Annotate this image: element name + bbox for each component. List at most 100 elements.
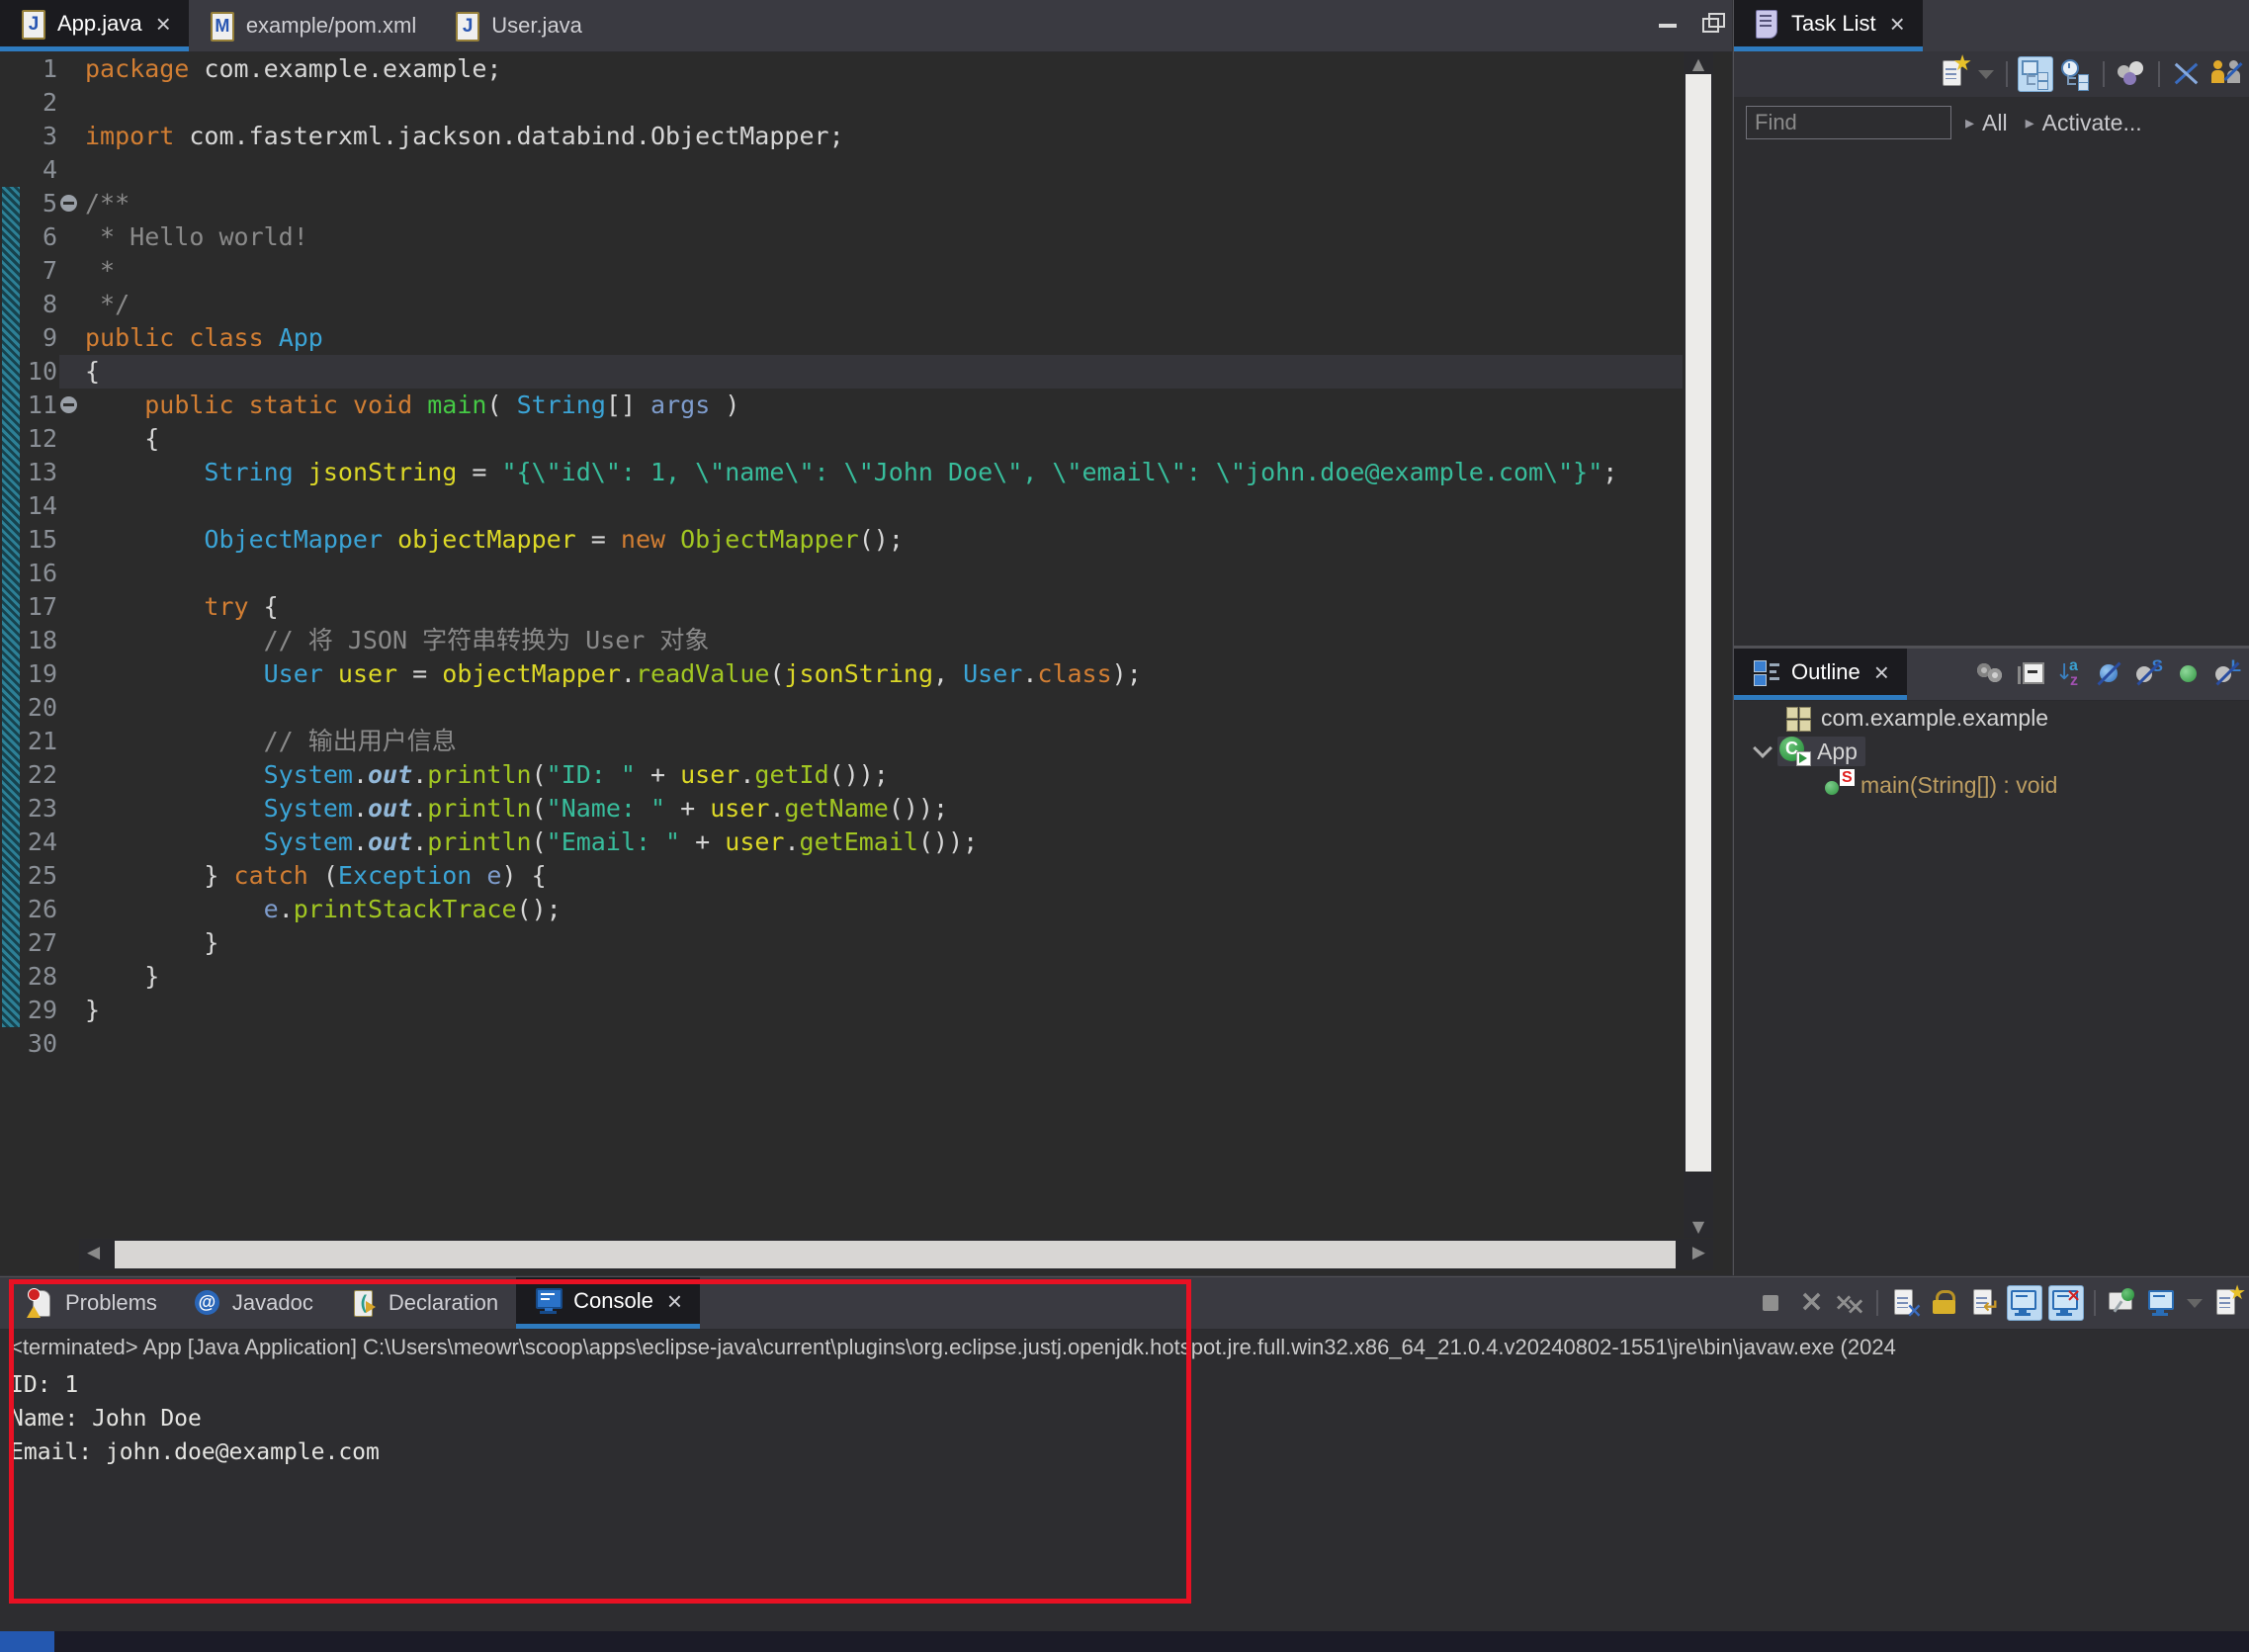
hide-fields-icon[interactable] <box>2093 657 2126 691</box>
scroll-left-icon[interactable]: ◀ <box>87 1243 100 1262</box>
view-tab-task-list[interactable]: Task List× <box>1734 0 1923 51</box>
focus-workweek-icon[interactable] <box>2209 57 2243 91</box>
line-number: 8 <box>0 288 57 321</box>
code-line-8[interactable]: 8 */ <box>0 288 1683 321</box>
dropdown-arrow-icon[interactable] <box>1976 57 1996 91</box>
scheduled-icon[interactable] <box>2059 57 2093 91</box>
outline-section: Outline× ↓az S L com.example.exampleCAppSm… <box>1734 646 2249 1275</box>
remove-launch-icon[interactable]: × <box>1793 1286 1827 1320</box>
code-line-26[interactable]: 26 e.printStackTrace(); <box>0 893 1683 926</box>
minimize-icon[interactable] <box>1653 8 1683 38</box>
code-line-18[interactable]: 18 // 将 JSON 字符串转换为 User 对象 <box>0 624 1683 657</box>
close-icon[interactable]: × <box>667 1288 682 1314</box>
console-output[interactable]: ID: 1Name: John DoeEmail: john.doe@examp… <box>0 1368 2249 1631</box>
outline-item-com-example-example[interactable]: com.example.example <box>1734 701 2249 735</box>
scroll-lock-icon[interactable] <box>1928 1286 1961 1320</box>
hide-static-icon[interactable]: S <box>2132 657 2166 691</box>
code-line-5[interactable]: 5/** <box>0 187 1683 220</box>
code-line-10[interactable]: 10{ <box>0 355 1683 389</box>
maximize-icon[interactable] <box>1696 8 1726 38</box>
chevron-down-icon[interactable] <box>1753 739 1773 758</box>
console-tab-problems[interactable]: Problems <box>8 1277 175 1329</box>
word-wrap-icon[interactable]: ↵ <box>1967 1286 2001 1320</box>
code-line-9[interactable]: 9public class App <box>0 321 1683 355</box>
fold-column <box>57 288 85 321</box>
code-line-17[interactable]: 17 try { <box>0 590 1683 624</box>
code-line-28[interactable]: 28 } <box>0 960 1683 994</box>
dropdown-arrow-icon[interactable] <box>2185 1286 2205 1320</box>
code-line-7[interactable]: 7 * <box>0 254 1683 288</box>
code-line-16[interactable]: 16 <box>0 557 1683 590</box>
code-line-22[interactable]: 22 System.out.println("ID: " + user.getI… <box>0 758 1683 792</box>
sort-icon[interactable]: ↓az <box>2053 657 2087 691</box>
fold-marker-icon[interactable] <box>60 396 77 413</box>
close-icon[interactable]: × <box>156 11 171 37</box>
code-line-21[interactable]: 21 // 输出用户信息 <box>0 725 1683 758</box>
horizontal-scroll-thumb[interactable] <box>115 1241 1676 1268</box>
new-task-icon[interactable]: ★ <box>1937 57 1970 91</box>
collapse-all-icon[interactable] <box>2014 657 2047 691</box>
code-line-14[interactable]: 14 <box>0 489 1683 523</box>
scroll-down-icon[interactable]: ▼ <box>1684 1217 1713 1236</box>
scroll-right-icon[interactable]: ▶ <box>1692 1243 1705 1262</box>
line-number: 6 <box>0 220 57 254</box>
close-icon[interactable]: × <box>1874 659 1889 685</box>
code-line-30[interactable]: 30 <box>0 1027 1683 1061</box>
presentation-icon[interactable] <box>2115 57 2148 91</box>
code-line-11[interactable]: 11 public static void main( String[] arg… <box>0 389 1683 422</box>
console-tab-console[interactable]: Console× <box>516 1277 700 1329</box>
code-line-24[interactable]: 24 System.out.println("Email: " + user.g… <box>0 826 1683 859</box>
editor-horizontal-scrollbar[interactable]: ◀ ▶ <box>79 1239 1713 1270</box>
show-on-stdout-icon[interactable] <box>2007 1285 2042 1321</box>
open-console-icon[interactable]: ★ <box>2210 1286 2244 1320</box>
code-editor[interactable]: 1package com.example.example;23import co… <box>0 52 1732 1238</box>
code-line-2[interactable]: 2 <box>0 86 1683 120</box>
fold-column <box>57 254 85 288</box>
code-line-4[interactable]: 4 <box>0 153 1683 187</box>
show-on-stderr-icon[interactable]: × <box>2048 1285 2084 1321</box>
close-icon[interactable]: × <box>1890 11 1905 37</box>
focus-icon[interactable] <box>1974 657 2008 691</box>
code-line-12[interactable]: 12 { <box>0 422 1683 456</box>
filter-activate[interactable]: ▸Activate... <box>2026 110 2142 136</box>
view-tab-outline[interactable]: Outline× <box>1734 649 1907 700</box>
class-runnable-icon: C <box>1779 737 1809 766</box>
code-line-15[interactable]: 15 ObjectMapper objectMapper = new Objec… <box>0 523 1683 557</box>
outline-item-main-string-void[interactable]: Smain(String[]) : void <box>1734 768 2249 802</box>
code-line-6[interactable]: 6 * Hello world! <box>0 220 1683 254</box>
code-line-3[interactable]: 3import com.fasterxml.jackson.databind.O… <box>0 120 1683 153</box>
outline-item-app[interactable]: CApp <box>1734 735 2249 768</box>
code-line-27[interactable]: 27 } <box>0 926 1683 960</box>
filter-all[interactable]: ▸All <box>1965 110 2008 136</box>
line-number: 15 <box>0 523 57 557</box>
terminate-icon[interactable] <box>1754 1286 1787 1320</box>
code-line-1[interactable]: 1package com.example.example; <box>0 52 1683 86</box>
code-line-29[interactable]: 29} <box>0 994 1683 1027</box>
task-find-input[interactable] <box>1746 106 1951 139</box>
code-line-13[interactable]: 13 String jsonString = "{\"id\": 1, \"na… <box>0 456 1683 489</box>
pin-console-icon[interactable] <box>2106 1286 2139 1320</box>
hide-local-types-icon[interactable]: L <box>2211 657 2245 691</box>
editor-tab-example-pom-xml[interactable]: Mexample/pom.xml <box>189 0 434 51</box>
display-console-icon[interactable] <box>2145 1286 2179 1320</box>
console-tab-declaration[interactable]: (Declaration <box>331 1277 516 1329</box>
hide-completed-icon[interactable] <box>2170 57 2204 91</box>
editor-tab-app-java[interactable]: JApp.java× <box>0 0 189 51</box>
code-line-20[interactable]: 20 <box>0 691 1683 725</box>
code-text: System.out.println("ID: " + user.getId()… <box>85 758 1683 792</box>
code-line-25[interactable]: 25 } catch (Exception e) { <box>0 859 1683 893</box>
hide-non-public-icon[interactable] <box>2172 657 2206 691</box>
fold-marker-icon[interactable] <box>60 195 77 212</box>
remove-all-launches-icon[interactable]: ×× <box>1833 1286 1866 1320</box>
scroll-up-icon[interactable]: ▲ <box>1684 54 1713 73</box>
clear-console-icon[interactable]: × <box>1888 1286 1922 1320</box>
categorized-icon[interactable] <box>2018 56 2053 92</box>
code-line-23[interactable]: 23 System.out.println("Name: " + user.ge… <box>0 792 1683 826</box>
code-text: package com.example.example; <box>85 52 1683 86</box>
console-tab-javadoc[interactable]: @Javadoc <box>175 1277 331 1329</box>
editor-tab-user-java[interactable]: JUser.java <box>434 0 600 51</box>
vertical-scroll-thumb[interactable] <box>1686 74 1711 1172</box>
code-text <box>85 557 1683 590</box>
code-line-19[interactable]: 19 User user = objectMapper.readValue(js… <box>0 657 1683 691</box>
editor-vertical-scrollbar[interactable]: ▲ ▼ <box>1684 52 1713 1238</box>
